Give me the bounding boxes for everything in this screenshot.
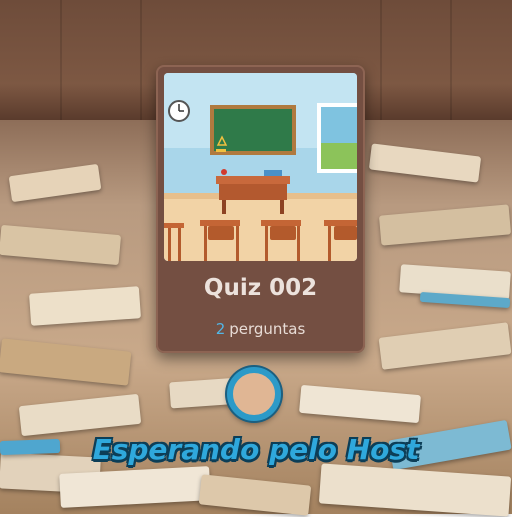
loading-spinner-icon: [227, 367, 281, 421]
quiz-title: Quiz 002: [203, 275, 318, 301]
quiz-card[interactable]: Quiz 002 2 perguntas: [156, 65, 365, 353]
waiting-status-text: Esperando pelo Host: [92, 433, 420, 466]
question-count: 2: [215, 320, 226, 338]
clock-icon: [168, 100, 190, 122]
classroom-image: [164, 73, 357, 261]
question-count-line: 2 perguntas: [156, 320, 365, 338]
question-count-label: perguntas: [229, 320, 306, 338]
classroom-illustration: [164, 73, 357, 261]
